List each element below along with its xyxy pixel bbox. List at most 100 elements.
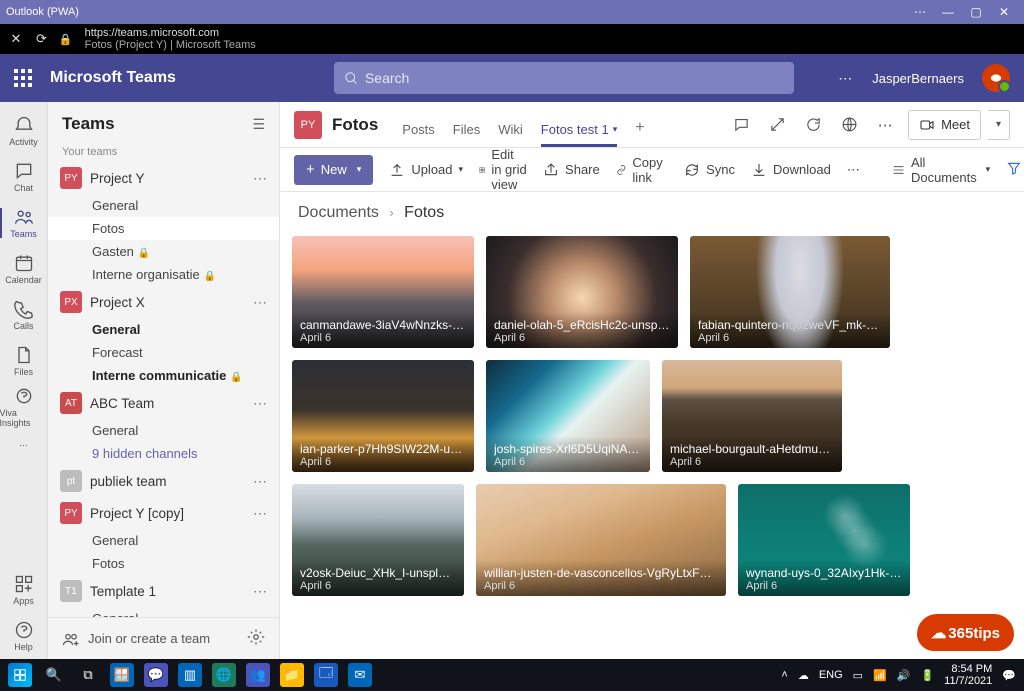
edit-grid-button[interactable]: Edit in grid view	[479, 147, 527, 192]
more-icon[interactable]: ⋯	[906, 5, 934, 19]
channel-general[interactable]: General	[48, 318, 279, 341]
rail-insights[interactable]: Viva Insights	[0, 384, 48, 430]
filter-icon[interactable]: ☰	[252, 116, 265, 133]
channel-forecast[interactable]: Forecast	[48, 341, 279, 364]
channel-fotos[interactable]: Fotos	[48, 552, 279, 575]
team-publiek-team[interactable]: ptpubliek team⋯	[48, 465, 279, 497]
team-more-icon[interactable]: ⋯	[253, 395, 267, 412]
file-tile[interactable]: josh-spires-Xrl6D5UqiNA-unspl...April 6	[486, 360, 650, 472]
channel-fotos[interactable]: Fotos	[48, 217, 279, 240]
team-avatar: PY	[294, 111, 322, 139]
rail-files[interactable]: Files	[0, 338, 48, 384]
file-tile[interactable]: canmandawe-3iaV4wNnzks-unsplas...April 6	[292, 236, 474, 348]
user-avatar[interactable]	[982, 64, 1010, 92]
copy-link-button[interactable]: Copy link	[616, 155, 668, 185]
settings-icon[interactable]	[247, 628, 265, 649]
top-more-icon[interactable]: ⋯	[838, 70, 854, 87]
tb-chevron-up-icon[interactable]: ˄	[781, 669, 787, 681]
tab-wiki[interactable]: Wiki	[498, 122, 523, 147]
tab-files[interactable]: Files	[453, 122, 480, 147]
file-tile[interactable]: daniel-olah-5_eRcisHc2c-unsplash-scal...…	[486, 236, 678, 348]
rail-calendar[interactable]: Calendar	[0, 246, 48, 292]
meet-button[interactable]: Meet	[908, 110, 981, 140]
tb-app6[interactable]: 📁	[280, 663, 304, 687]
rail-apps[interactable]: Apps	[0, 567, 48, 613]
tb-volume-icon[interactable]: 🔊	[897, 669, 911, 682]
expand-icon[interactable]	[764, 112, 790, 138]
reload-button[interactable]: ⟳	[36, 31, 47, 47]
breadcrumb-documents[interactable]: Documents	[298, 204, 379, 221]
team-more-icon[interactable]: ⋯	[253, 294, 267, 311]
channel-interne-organisatie[interactable]: Interne organisatie🔒	[48, 263, 279, 286]
file-tile[interactable]: ian-parker-p7Hh9SIW22M-unsplash...April …	[292, 360, 474, 472]
filter-icon[interactable]	[1006, 160, 1022, 179]
tb-app4[interactable]: 🌐	[212, 663, 236, 687]
tb-app7[interactable]: 🗔	[314, 663, 338, 687]
team-more-icon[interactable]: ⋯	[253, 583, 267, 600]
tab-fotos-test-1[interactable]: Fotos test 1▾	[541, 122, 617, 147]
channel-general[interactable]: General	[48, 194, 279, 217]
join-team-button[interactable]: Join or create a team	[48, 617, 279, 659]
reload-icon[interactable]	[800, 112, 826, 138]
file-tile[interactable]: willian-justen-de-vasconcellos-VgRyLtxFo…	[476, 484, 726, 596]
stop-button[interactable]: ✕	[8, 31, 24, 47]
close-button[interactable]: ✕	[990, 5, 1018, 19]
rail-calls[interactable]: Calls	[0, 292, 48, 338]
start-button[interactable]	[8, 663, 32, 687]
tb-cast-icon[interactable]: ▭	[853, 669, 863, 682]
team-project-x[interactable]: PXProject X⋯	[48, 286, 279, 318]
download-button[interactable]: Download	[751, 162, 831, 178]
channel-general[interactable]: General	[48, 529, 279, 552]
header-more-icon[interactable]: ⋯	[872, 112, 898, 138]
tb-app1[interactable]: 🪟	[110, 663, 134, 687]
channel-gasten[interactable]: Gasten🔒	[48, 240, 279, 263]
conversation-icon[interactable]	[728, 112, 754, 138]
tb-clock[interactable]: 8:54 PM 11/7/2021	[944, 663, 992, 687]
new-button[interactable]: + New ▾	[294, 155, 373, 185]
rail-chat[interactable]: Chat	[0, 154, 48, 200]
tab-posts[interactable]: Posts	[402, 122, 435, 147]
maximize-button[interactable]: ▢	[962, 5, 990, 19]
app-launcher-icon[interactable]	[14, 69, 32, 87]
team-more-icon[interactable]: ⋯	[253, 505, 267, 522]
tb-app3[interactable]: ▥	[178, 663, 202, 687]
tb-notifications-icon[interactable]: 💬	[1002, 669, 1016, 682]
file-tile[interactable]: fabian-quintero-nq02weVF_mk-unsplash-...…	[690, 236, 890, 348]
meet-chevron[interactable]: ▾	[988, 110, 1010, 140]
add-tab-button[interactable]: +	[635, 119, 644, 147]
globe-icon[interactable]	[836, 112, 862, 138]
rail-teams[interactable]: Teams	[0, 200, 48, 246]
team-more-icon[interactable]: ⋯	[253, 473, 267, 490]
tb-taskview[interactable]: ⧉	[76, 663, 100, 687]
tb-search[interactable]: 🔍	[42, 663, 66, 687]
channel-9-hidden-channels[interactable]: 9 hidden channels	[48, 442, 279, 465]
channel-interne-communicatie[interactable]: Interne communicatie🔒	[48, 364, 279, 387]
channel-general[interactable]: General	[48, 607, 279, 617]
tb-app2[interactable]: 💬	[144, 663, 168, 687]
channel-general[interactable]: General	[48, 419, 279, 442]
rail-activity[interactable]: Activity	[0, 108, 48, 154]
rail-help[interactable]: Help	[0, 613, 48, 659]
search-input[interactable]: Search	[334, 62, 794, 94]
tb-cloud-icon[interactable]: ☁	[798, 669, 809, 682]
team-project-y-copy-[interactable]: PYProject Y [copy]⋯	[48, 497, 279, 529]
upload-button[interactable]: Upload▾	[389, 162, 463, 178]
team-template-1[interactable]: T1Template 1⋯	[48, 575, 279, 607]
tb-wifi-icon[interactable]: 📶	[873, 669, 887, 682]
share-button[interactable]: Share	[543, 162, 600, 178]
minimize-button[interactable]: —	[934, 5, 962, 19]
sync-button[interactable]: Sync	[684, 162, 735, 178]
tb-battery-icon[interactable]: 🔋	[920, 669, 934, 682]
team-abc-team[interactable]: ATABC Team⋯	[48, 387, 279, 419]
team-more-icon[interactable]: ⋯	[253, 170, 267, 187]
rail-more[interactable]: ⋯	[0, 430, 48, 460]
team-project-y[interactable]: PYProject Y⋯	[48, 162, 279, 194]
tb-app8[interactable]: ✉	[348, 663, 372, 687]
tb-lang[interactable]: ENG	[819, 669, 843, 681]
file-tile[interactable]: wynand-uys-0_32AIxy1Hk-unsplas...April 6	[738, 484, 910, 596]
toolbar-more-icon[interactable]: ⋯	[847, 162, 860, 178]
views-dropdown[interactable]: All Documents▾	[892, 155, 990, 185]
file-tile[interactable]: michael-bourgault-aHetdmuNoO4-...April 6	[662, 360, 842, 472]
file-tile[interactable]: v2osk-Deiuc_XHk_I-unsplash-scaled...Apri…	[292, 484, 464, 596]
tb-app5[interactable]: 👥	[246, 663, 270, 687]
